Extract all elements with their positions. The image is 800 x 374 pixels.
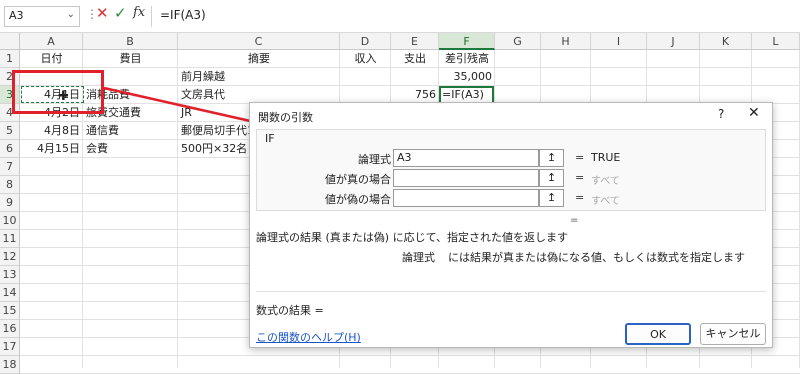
collapse-dialog-icon[interactable]: ↥	[539, 149, 564, 167]
cancel-button[interactable]: キャンセル	[700, 323, 766, 345]
help-icon[interactable]: ?	[718, 107, 724, 121]
formula-result-label: 数式の結果 =	[256, 304, 324, 317]
arg-description-text: には結果が真または偽になる値、もしくは数式を指定します	[448, 251, 745, 264]
equals-sign: =	[575, 151, 585, 164]
arg-label-if-true: 値が真の場合	[325, 173, 391, 186]
divider	[256, 291, 766, 292]
arg-result-logical: TRUE	[591, 151, 621, 164]
arguments-group: IF 論理式 A3 ↥ = TRUE 値が真の場合 ↥ = すべて 値が偽の場合…	[256, 129, 766, 211]
equals-sign: =	[575, 191, 585, 204]
function-description: 論理式の結果 (真または偽) に応じて、指定された値を返します	[256, 231, 569, 244]
logical-test-input[interactable]: A3	[393, 149, 539, 167]
function-result-equals: =	[570, 215, 579, 226]
arg-label-if-false: 値が偽の場合	[325, 193, 391, 206]
function-arguments-dialog: 関数の引数 ? ✕ IF 論理式 A3 ↥ = TRUE 値が真の場合 ↥ = …	[249, 102, 773, 348]
arg-label-logical: 論理式	[358, 153, 391, 166]
dialog-title: 関数の引数	[258, 111, 313, 124]
arg-result-if-true: すべて	[591, 176, 620, 187]
equals-sign: =	[575, 171, 585, 184]
close-icon[interactable]: ✕	[748, 105, 760, 121]
function-help-link[interactable]: この関数のヘルプ(H)	[256, 329, 361, 345]
value-if-true-input[interactable]	[393, 169, 539, 187]
arg-description-name: 論理式	[402, 251, 435, 264]
cursor-cross-icon: ✚	[58, 89, 69, 104]
value-if-false-input[interactable]	[393, 189, 539, 207]
function-name: IF	[265, 132, 275, 145]
ok-button[interactable]: OK	[625, 323, 691, 345]
collapse-dialog-icon[interactable]: ↥	[539, 169, 564, 187]
arg-result-if-false: すべて	[591, 196, 620, 207]
collapse-dialog-icon[interactable]: ↥	[539, 189, 564, 207]
